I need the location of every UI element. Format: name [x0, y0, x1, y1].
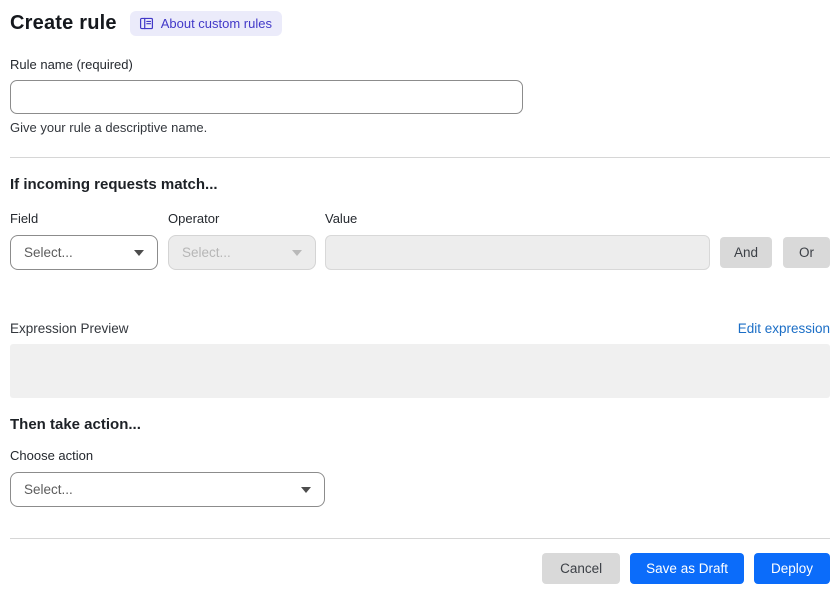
- operator-select-value: Select...: [182, 245, 231, 260]
- field-label: Field: [10, 211, 39, 226]
- save-as-draft-button[interactable]: Save as Draft: [630, 553, 744, 584]
- expression-preview-row: Expression Preview Edit expression: [10, 321, 830, 336]
- page-title: Create rule: [10, 12, 117, 34]
- match-controls-row: Select... Select... And Or: [10, 235, 830, 270]
- match-section-heading: If incoming requests match...: [10, 176, 218, 193]
- about-custom-rules-label: About custom rules: [160, 16, 272, 31]
- and-button[interactable]: And: [720, 237, 772, 268]
- chevron-down-icon: [292, 249, 302, 256]
- rule-name-label: Rule name (required): [10, 57, 133, 72]
- or-button[interactable]: Or: [783, 237, 830, 268]
- edit-expression-link[interactable]: Edit expression: [738, 321, 830, 336]
- page-header: Create rule About custom rules: [10, 10, 830, 37]
- choose-action-select[interactable]: Select...: [10, 472, 325, 507]
- operator-select: Select...: [168, 235, 316, 270]
- value-field-wrap: [325, 235, 710, 270]
- create-rule-page: Create rule About custom rules Rule name…: [0, 0, 839, 584]
- book-icon: [139, 16, 154, 31]
- cancel-button[interactable]: Cancel: [542, 553, 621, 584]
- chevron-down-icon: [301, 486, 311, 493]
- value-label: Value: [325, 211, 358, 226]
- choose-action-select-value: Select...: [24, 482, 73, 497]
- field-select[interactable]: Select...: [10, 235, 158, 270]
- about-custom-rules-link[interactable]: About custom rules: [129, 11, 282, 36]
- value-input: [325, 235, 710, 270]
- operator-label: Operator: [168, 211, 220, 226]
- choose-action-label: Choose action: [10, 448, 94, 463]
- action-section-heading: Then take action...: [10, 416, 141, 433]
- rule-name-input[interactable]: [10, 80, 523, 114]
- expression-preview-box: [10, 344, 830, 398]
- footer-actions: Cancel Save as Draft Deploy: [10, 553, 830, 584]
- chevron-down-icon: [134, 249, 144, 256]
- match-labels-row: Field Operator Value: [10, 211, 830, 226]
- expression-preview-label: Expression Preview: [10, 321, 129, 336]
- rule-name-helper: Give your rule a descriptive name.: [10, 120, 208, 135]
- section-divider-top: [10, 157, 830, 158]
- deploy-button[interactable]: Deploy: [753, 553, 830, 584]
- section-divider-bottom: [10, 538, 830, 539]
- field-select-value: Select...: [24, 245, 73, 260]
